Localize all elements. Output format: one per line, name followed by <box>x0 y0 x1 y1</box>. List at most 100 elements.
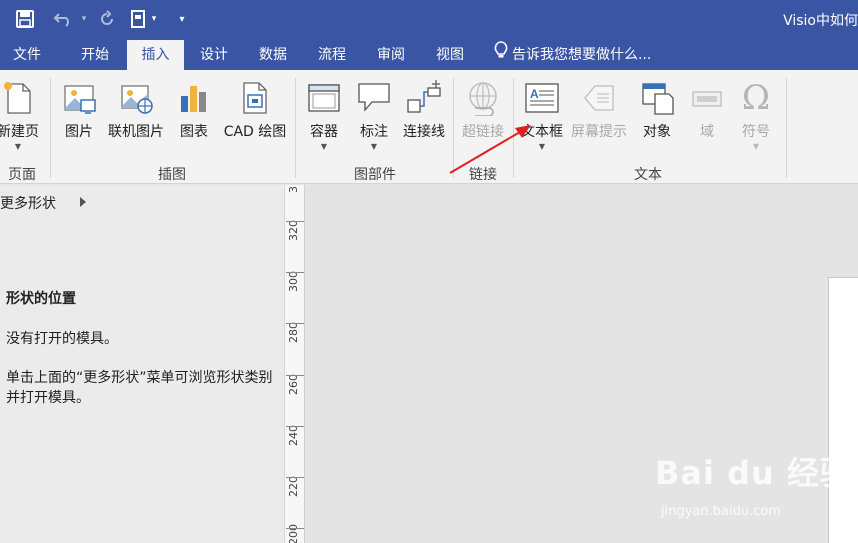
chevron-down-icon: ▼ <box>752 142 760 151</box>
tab-review[interactable]: 审阅 <box>365 40 417 70</box>
customize-quick-access-icon[interactable]: ▾ <box>174 7 190 31</box>
ruler-label: 300 <box>287 271 300 292</box>
chart-button[interactable]: 图表 <box>173 76 215 162</box>
vertical-ruler: 3 320 300 280 260 240 220 200 <box>284 185 305 543</box>
no-stencils-message: 没有打开的模具。 <box>6 331 118 347</box>
ruler-label: 280 <box>287 322 300 343</box>
tab-file[interactable]: 文件 <box>0 40 54 70</box>
ruler-label: 320 <box>287 220 300 241</box>
connector-button[interactable]: 连接线 <box>398 76 450 162</box>
picture-icon <box>61 80 97 116</box>
screentip-label: 屏幕提示 <box>571 124 627 140</box>
ruler-label: 220 <box>287 476 300 497</box>
connector-icon <box>402 80 446 116</box>
group-label-diagram-parts: 图部件 <box>354 167 396 183</box>
tab-view[interactable]: 视图 <box>424 40 476 70</box>
textbox-label: 文本框 <box>521 124 563 140</box>
new-page-icon[interactable] <box>128 7 148 31</box>
group-divider <box>513 78 514 178</box>
screentip-button[interactable]: 屏幕提示 <box>568 76 630 162</box>
container-icon <box>306 80 342 116</box>
screentip-icon <box>581 80 617 116</box>
ruler-label: 260 <box>287 374 300 395</box>
ruler-label: 200 <box>287 524 300 543</box>
window-title: Visio中如何 <box>783 13 858 29</box>
group-divider <box>295 78 296 178</box>
chevron-down-icon: ▼ <box>370 142 378 151</box>
online-picture-button[interactable]: 联机图片 <box>104 76 168 162</box>
ruler-tick <box>286 426 304 427</box>
container-button[interactable]: 容器 ▼ <box>302 76 346 162</box>
ruler-tick <box>286 221 304 222</box>
online-picture-label: 联机图片 <box>108 124 164 140</box>
watermark-logo: Bai du 经验 <box>655 454 853 492</box>
tell-me-label: 告诉我您想要做什么... <box>512 47 652 63</box>
pane-heading: 形状的位置 <box>6 291 76 307</box>
ruler-tick <box>286 528 304 529</box>
hyperlink-icon <box>465 80 501 117</box>
container-label: 容器 <box>310 124 338 140</box>
ruler-label: 240 <box>287 425 300 446</box>
stencil-help-message: 单击上面的“更多形状”菜单可浏览形状类别并打开模具。 <box>6 370 273 406</box>
group-label-text: 文本 <box>634 167 662 183</box>
chevron-down-icon: ▼ <box>538 142 546 151</box>
chevron-right-icon[interactable] <box>80 197 86 207</box>
redo-icon[interactable] <box>95 7 119 31</box>
hyperlink-button[interactable]: 超链接 <box>458 76 508 162</box>
tab-insert[interactable]: 插入 <box>127 40 184 70</box>
tell-me-search[interactable]: 告诉我您想要做什么... <box>494 40 651 70</box>
ruler-label: 3 <box>287 186 300 193</box>
symbol-button[interactable]: Ω 符号 ▼ <box>734 76 778 162</box>
field-button[interactable]: 域 <box>686 76 728 162</box>
textbox-button[interactable]: A 文本框 ▼ <box>516 76 568 162</box>
object-icon <box>639 80 675 116</box>
undo-icon[interactable] <box>50 7 78 31</box>
callout-icon <box>356 80 392 116</box>
tab-design[interactable]: 设计 <box>188 40 240 70</box>
new-page-button[interactable]: 新建页 ▼ <box>0 76 44 162</box>
object-button[interactable]: 对象 <box>636 76 678 162</box>
group-divider <box>786 78 787 178</box>
picture-label: 图片 <box>65 124 93 140</box>
save-icon[interactable] <box>12 7 38 31</box>
group-divider <box>453 78 454 178</box>
hyperlink-label: 超链接 <box>462 124 504 140</box>
undo-dropdown-icon[interactable]: ▾ <box>78 7 90 31</box>
title-bar: ▾ ▾ ▾ Visio中如何 <box>0 0 858 40</box>
svg-text:A: A <box>530 87 539 101</box>
group-divider <box>50 78 51 178</box>
callout-button[interactable]: 标注 ▼ <box>352 76 396 162</box>
chevron-down-icon: ▼ <box>320 142 328 151</box>
tab-data[interactable]: 数据 <box>247 40 299 70</box>
field-icon <box>689 80 725 116</box>
shapes-pane: 更多形状 形状的位置 没有打开的模具。 单击上面的“更多形状”菜单可浏览形状类别… <box>0 185 284 543</box>
textbox-icon: A <box>524 80 560 116</box>
ruler-tick <box>286 272 304 273</box>
more-shapes-menu[interactable]: 更多形状 <box>0 193 56 213</box>
ribbon-tabs: 文件 开始 插入 设计 数据 流程 审阅 视图 告诉我您想要做什么... <box>0 40 858 70</box>
group-label-links: 链接 <box>469 167 497 183</box>
cad-drawing-icon <box>237 80 273 116</box>
field-label: 域 <box>700 124 714 140</box>
callout-label: 标注 <box>360 124 388 140</box>
lightbulb-icon <box>494 40 508 70</box>
new-page-dropdown-icon[interactable]: ▾ <box>148 7 160 31</box>
connector-label: 连接线 <box>403 124 445 140</box>
group-label-illustrations: 插图 <box>158 167 186 183</box>
omega-symbol-icon: Ω <box>741 78 771 118</box>
ribbon: 新建页 ▼ 页面 图片 联机图片 图表 CAD 绘图 插图 容器 ▼ 标注 ▼ … <box>0 70 858 184</box>
tab-process[interactable]: 流程 <box>306 40 358 70</box>
cad-drawing-button[interactable]: CAD 绘图 <box>219 76 291 162</box>
ruler-tick <box>286 477 304 478</box>
group-label-page: 页面 <box>8 167 36 183</box>
picture-button[interactable]: 图片 <box>57 76 101 162</box>
object-label: 对象 <box>643 124 671 140</box>
ruler-tick <box>286 375 304 376</box>
tab-home[interactable]: 开始 <box>68 40 122 70</box>
online-picture-icon <box>118 80 154 116</box>
watermark-url: jingyan.baidu.com <box>661 504 781 519</box>
symbol-label: 符号 <box>742 124 770 140</box>
chart-icon <box>176 80 212 116</box>
new-page-label: 新建页 <box>0 124 39 140</box>
cad-drawing-label: CAD 绘图 <box>223 124 287 140</box>
